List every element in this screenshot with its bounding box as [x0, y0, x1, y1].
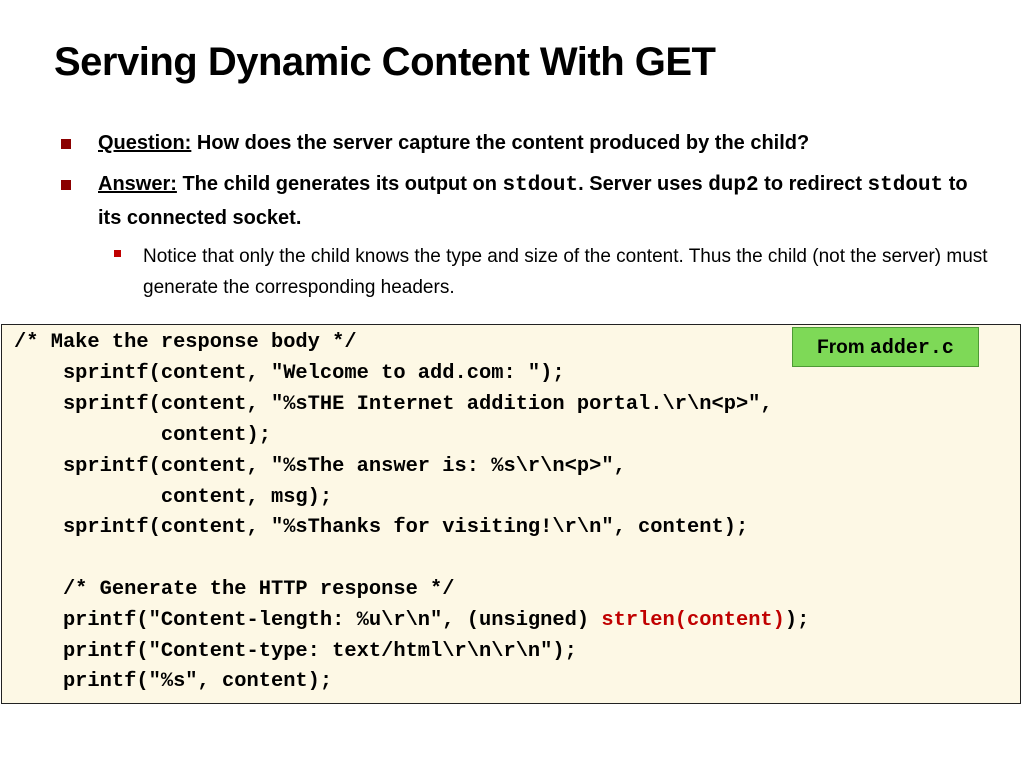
square-bullet-icon — [114, 250, 121, 257]
code-line: content, msg); — [14, 486, 333, 509]
bullet-lead: Question: — [98, 132, 192, 154]
source-file-badge: From adder.c — [792, 327, 979, 367]
square-bullet-icon — [61, 180, 71, 190]
inline-code: dup2 — [708, 174, 759, 197]
bullet-lead: Answer: — [98, 173, 177, 195]
slide-title: Serving Dynamic Content With GET — [54, 40, 716, 84]
inline-code: stdout — [867, 174, 944, 197]
code-line: /* Generate the HTTP response */ — [14, 578, 455, 601]
bullet-text: The child generates its output on — [176, 173, 503, 195]
code-line: /* Make the response body */ — [14, 331, 357, 354]
bullet-answer: Answer: The child generates its output o… — [61, 168, 993, 234]
bullet-text: . Server uses — [578, 173, 709, 195]
code-line: sprintf(content, "%sThe answer is: %s\r\… — [14, 455, 626, 478]
code-block: /* Make the response body */ sprintf(con… — [1, 324, 1021, 704]
code-text: ); — [784, 609, 810, 632]
highlighted-code: strlen(content) — [601, 609, 785, 632]
sub-bullet-text: Notice that only the child knows the typ… — [143, 246, 988, 298]
code-line: content); — [14, 424, 271, 447]
badge-filename: adder.c — [869, 337, 954, 360]
code-text: printf("Content-length: %u\r\n", (unsign… — [14, 609, 602, 632]
square-bullet-icon — [61, 139, 71, 149]
inline-code: stdout — [502, 174, 579, 197]
badge-label: From — [817, 337, 870, 358]
sub-bullet: Notice that only the child knows the typ… — [114, 241, 993, 303]
bullet-question: Question: How does the server capture th… — [61, 127, 993, 159]
bullet-text: to redirect — [758, 173, 868, 195]
bullet-text: How does the server capture the content … — [191, 132, 810, 154]
code-line: printf("Content-type: text/html\r\n\r\n"… — [14, 640, 577, 663]
code-line: sprintf(content, "Welcome to add.com: ")… — [14, 362, 565, 385]
code-line: printf("Content-length: %u\r\n", (unsign… — [14, 607, 809, 635]
code-line: sprintf(content, "%sThanks for visiting!… — [14, 516, 749, 539]
code-line: sprintf(content, "%sTHE Internet additio… — [14, 393, 773, 416]
code-line: printf("%s", content); — [14, 670, 333, 693]
